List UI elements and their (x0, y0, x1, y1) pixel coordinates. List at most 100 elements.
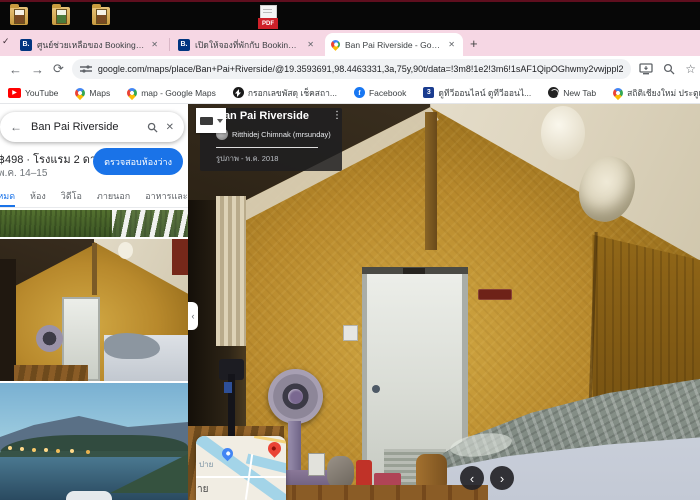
tab-booking-help[interactable]: B. ศูนย์ช่วยเหลือของ Booking.com ✕ (14, 33, 166, 56)
bookmark-label: Facebook (368, 87, 407, 98)
bookmark-youtube[interactable]: ▶ YouTube (8, 87, 59, 98)
site-settings-icon[interactable] (79, 64, 92, 74)
tab-booking-listing[interactable]: B. เปิดให้จองที่พักกับ Booking.com ✕ (172, 33, 322, 56)
search-back-icon[interactable]: ← (10, 120, 22, 134)
next-photo-button[interactable]: › (490, 466, 514, 490)
bookmark-tv-online[interactable]: 3 ดูทีวีออนไลน์ ดูทีวีออนไ... (423, 86, 531, 100)
tab-close-icon[interactable]: ✕ (305, 40, 316, 49)
tab-title: ศูนย์ช่วยเหลือของ Booking.com (37, 39, 145, 50)
thumb-overlay-button[interactable] (66, 491, 112, 500)
url-text[interactable]: google.com/maps/place/Ban+Pai+Riverside/… (98, 64, 623, 74)
photo-viewer[interactable]: Ban Pai Riverside Ritthidej Chimnak (mrs… (188, 104, 700, 500)
thumb-window-dark (0, 259, 16, 381)
room-apex-beam (425, 112, 437, 250)
bookmark-label: กรอกเลขพัสดุ เช็คสถา... (247, 87, 337, 98)
install-app-icon[interactable] (639, 63, 653, 75)
folder-photo-thumb (56, 9, 67, 24)
forward-button[interactable]: → (31, 62, 44, 77)
maps-search-box[interactable]: ← ✕ (0, 112, 184, 142)
screen: PDF ✓ B. ศูนย์ช่วยเหลือของ Booking.com ✕… (0, 0, 700, 500)
tab-divider (169, 38, 170, 51)
reload-button[interactable]: ⟳ (53, 61, 64, 77)
zoom-icon[interactable] (663, 63, 675, 75)
standing-fan-cap (288, 389, 303, 404)
bookmarks-bar: ▶ YouTube Maps map - Google Maps กรอกเลข… (0, 82, 700, 104)
search-clear-icon[interactable]: ✕ (166, 122, 174, 133)
viewer-dropdown-box[interactable] (196, 108, 226, 133)
booking-favicon: B. (178, 38, 190, 51)
bookmark-stats[interactable]: สถิติเชียงใหม่ ประตูเชียงใ... (611, 85, 700, 100)
ceiling-lamp (541, 106, 585, 160)
folder-icon[interactable] (10, 4, 28, 25)
desktop-strip: PDF (0, 0, 700, 30)
search-icon[interactable] (147, 122, 158, 133)
mini-map-inset[interactable]: ปาย าย (196, 436, 286, 500)
panel-collapse-button[interactable]: ‹ (188, 302, 198, 330)
folder-icon[interactable] (52, 4, 70, 25)
facebook-icon: f (353, 87, 365, 98)
check-availability-button[interactable]: ตรวจสอบห้องว่าง (93, 148, 183, 175)
thumb-shelf (14, 365, 88, 381)
folder-icon[interactable] (92, 4, 110, 25)
photo-thumbnail-room[interactable] (0, 239, 188, 381)
river-lights (8, 446, 12, 450)
pdf-file-icon[interactable]: PDF (258, 5, 278, 29)
tab-close-icon[interactable]: ✕ (149, 40, 160, 49)
previous-photo-button[interactable]: ‹ (460, 466, 484, 490)
bookmark-label: สถิติเชียงใหม่ ประตูเชียงใ... (627, 87, 700, 98)
standing-fan-neck (288, 421, 301, 473)
globe-icon (548, 87, 560, 98)
tab-all-photos[interactable]: ทั้งหมด (0, 184, 15, 207)
bookmark-label: YouTube (25, 87, 59, 98)
red-cup (356, 460, 372, 487)
search-input[interactable] (29, 120, 140, 134)
thumb-beam (92, 243, 97, 295)
bookmark-parcel-tracking[interactable]: กรอกเลขพัสดุ เช็คสถา... (232, 86, 337, 100)
photo-category-tabs: ทั้งหมด ห้อง วิดีโอ ภายนอก อาหารและเครื่… (0, 184, 188, 208)
new-tab-button[interactable]: + (470, 37, 478, 50)
chevron-down-icon (217, 119, 223, 123)
map-road (196, 476, 286, 478)
bookmark-facebook[interactable]: f Facebook (353, 87, 407, 98)
youtube-icon: ▶ (8, 87, 21, 98)
bookmark-label: New Tab (563, 87, 597, 98)
tab-exterior[interactable]: ภายนอก (97, 184, 130, 207)
photo-thumbnail-lawn[interactable] (0, 210, 188, 237)
bookmark-new-tab[interactable]: New Tab (548, 87, 596, 98)
maps-side-panel: ← ✕ ฿498 · โรงแรม 2 ดาว พ.ค. 14–15 ตรวจส… (0, 104, 188, 500)
picket-fence (112, 210, 188, 237)
hotel-dates[interactable]: พ.ค. 14–15 (0, 166, 47, 181)
bookmark-label: map - Google Maps (141, 87, 216, 98)
info-divider (216, 147, 318, 148)
bookmark-label: ดูทีวีออนไลน์ ดูทีวีออนไ... (438, 87, 532, 98)
tab-title: Ban Pai Riverside - Google Map (345, 39, 441, 50)
door-sign (403, 268, 425, 274)
thumb-lamp (118, 242, 133, 259)
tab-overflow-glyph[interactable]: ✓ (2, 36, 10, 47)
address-bar[interactable]: google.com/maps/place/Ban+Pai+Riverside/… (71, 59, 632, 79)
maps-pin-favicon (329, 38, 342, 51)
door-handle (372, 385, 380, 393)
thumb-fan (36, 325, 63, 352)
tv-channel-icon: 3 (423, 87, 435, 98)
booking-favicon: B. (20, 38, 32, 51)
photo-author[interactable]: Ritthidej Chimnak (mrsunday) (232, 130, 331, 139)
tab-google-maps-active[interactable]: Ban Pai Riverside - Google Map ✕ (325, 33, 463, 56)
bookmark-map-google-maps[interactable]: map - Google Maps (125, 85, 216, 100)
back-button[interactable]: ← (9, 62, 22, 77)
bookmark-star-icon[interactable]: ☆ (685, 62, 696, 76)
tab-title: เปิดให้จองที่พักกับ Booking.com (195, 39, 301, 50)
room-curtain (216, 196, 246, 346)
tab-rooms[interactable]: ห้อง (30, 184, 46, 207)
power-outlet (308, 453, 325, 476)
tab-food-drink[interactable]: อาหารและเครื่องดื่ม (145, 184, 188, 207)
maps-pin-icon (611, 85, 626, 100)
pdf-label: PDF (258, 18, 278, 29)
tab-close-icon[interactable]: ✕ (446, 40, 457, 49)
maps-pin-icon (125, 85, 140, 100)
photo-menu-icon[interactable]: ⋮ (332, 110, 342, 121)
bookmark-maps[interactable]: Maps (73, 85, 110, 100)
tab-videos[interactable]: วิดีโอ (61, 184, 82, 207)
photo-meta: รูปภาพ - พ.ค. 2018 (216, 154, 279, 163)
photo-thumbnail-river[interactable] (0, 383, 188, 500)
